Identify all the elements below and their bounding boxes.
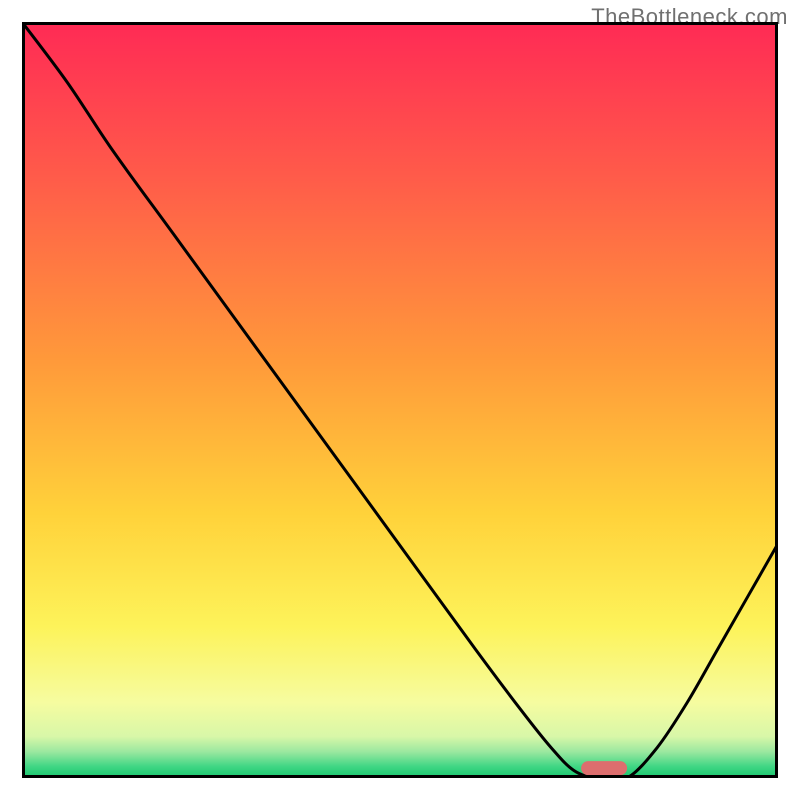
axes-frame (22, 22, 778, 778)
chart-container: TheBottleneck.com (0, 0, 800, 800)
plot-area (22, 22, 778, 778)
